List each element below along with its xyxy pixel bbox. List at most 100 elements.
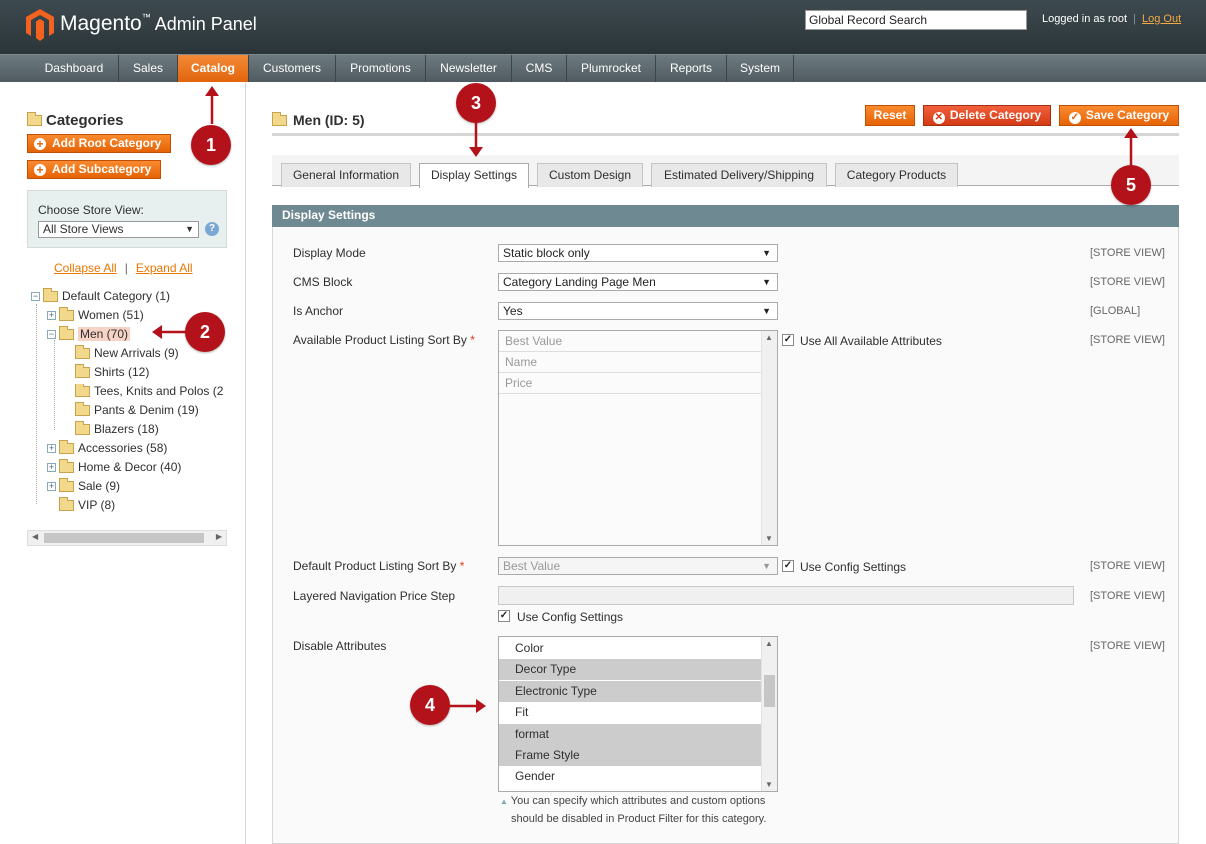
tree-node-tees[interactable]: Tees, Knits and Polos (2 xyxy=(75,384,227,398)
expand-all-link[interactable]: Expand All xyxy=(136,261,193,275)
expand-toggle-icon[interactable]: + xyxy=(47,463,56,473)
folder-icon xyxy=(75,421,90,436)
list-item[interactable]: Gender xyxy=(499,766,761,788)
arrow-up-icon[interactable]: ▲ xyxy=(765,639,773,648)
collapse-toggle-icon[interactable]: − xyxy=(47,330,56,340)
nav-item-plumrocket[interactable]: Plumrocket xyxy=(567,55,656,82)
list-item[interactable]: Decor Type xyxy=(499,659,761,681)
arrow-right-icon[interactable]: ▶ xyxy=(216,532,222,541)
global-search-input[interactable] xyxy=(805,10,1027,30)
scroll-thumb[interactable] xyxy=(764,675,775,707)
folder-icon xyxy=(75,364,90,379)
nav-item-catalog[interactable]: Catalog xyxy=(178,55,249,82)
reset-button[interactable]: Reset xyxy=(865,105,915,126)
price-step-config-checkbox[interactable]: ✓ xyxy=(498,610,510,622)
nav-item-promotions[interactable]: Promotions xyxy=(336,55,426,82)
plus-icon: + xyxy=(34,164,46,176)
tab-general-information[interactable]: General Information xyxy=(281,163,411,187)
list-item[interactable]: format xyxy=(499,724,761,746)
vertical-scrollbar[interactable]: ▲ ▼ xyxy=(761,331,777,545)
tab-custom-design[interactable]: Custom Design xyxy=(537,163,643,187)
delete-category-button[interactable]: ✕ Delete Category xyxy=(923,105,1051,126)
tab-estimated-delivery[interactable]: Estimated Delivery/Shipping xyxy=(651,163,827,187)
price-step-input[interactable] xyxy=(498,586,1074,605)
logged-in-text: Logged in as root xyxy=(1042,13,1128,25)
header: Magento™Admin Panel Logged in as root | … xyxy=(0,0,1206,54)
header-separator: | xyxy=(1133,13,1136,25)
chevron-down-icon: ▼ xyxy=(185,224,194,234)
nav-item-dashboard[interactable]: Dashboard xyxy=(30,55,119,82)
expand-toggle-icon[interactable]: + xyxy=(47,482,56,492)
tree-node-shirts[interactable]: Shirts (12) xyxy=(75,364,149,379)
folder-icon xyxy=(59,326,74,341)
categories-title: Categories xyxy=(27,112,124,129)
available-sort-by-multiselect[interactable]: Best Value Name Price ▲ ▼ xyxy=(498,330,778,546)
tree-node-blazers[interactable]: Blazers (18) xyxy=(75,421,159,436)
store-view-select[interactable]: All Store Views ▼ xyxy=(38,221,199,238)
arrow-down-icon[interactable]: ▼ xyxy=(765,780,773,789)
display-mode-select[interactable]: Static block only ▼ xyxy=(498,244,778,262)
nav-item-cms[interactable]: CMS xyxy=(512,55,567,82)
tree-node-home-decor[interactable]: + Home & Decor (40) xyxy=(47,459,181,474)
nav-item-customers[interactable]: Customers xyxy=(249,55,336,82)
tree-node-new-arrivals[interactable]: New Arrivals (9) xyxy=(75,345,179,360)
list-item[interactable]: Best Value xyxy=(499,331,761,352)
annotation-marker-4: 4 xyxy=(410,685,450,725)
cms-block-select[interactable]: Category Landing Page Men ▼ xyxy=(498,273,778,291)
list-item[interactable]: Name xyxy=(499,352,761,373)
arrow-down-icon[interactable]: ▼ xyxy=(765,534,773,543)
collapse-toggle-icon[interactable]: − xyxy=(31,292,40,302)
tree-node-default-category[interactable]: − Default Category (1) xyxy=(31,288,170,303)
add-subcategory-button[interactable]: + Add Subcategory xyxy=(27,160,161,179)
expand-toggle-icon[interactable]: + xyxy=(47,311,56,321)
nav-item-system[interactable]: System xyxy=(727,55,794,82)
tab-display-settings[interactable]: Display Settings xyxy=(419,163,529,188)
tree-horizontal-scrollbar[interactable]: ◀ ▶ xyxy=(27,530,227,546)
expand-toggle-icon[interactable]: + xyxy=(47,444,56,454)
tree-node-pants[interactable]: Pants & Denim (19) xyxy=(75,402,199,417)
list-item[interactable]: Electronic Type xyxy=(499,681,761,703)
default-sort-by-label: Default Product Listing Sort By * xyxy=(293,559,465,573)
tree-node-women[interactable]: + Women (51) xyxy=(47,307,144,322)
default-sort-config-checkbox[interactable]: ✓ xyxy=(782,560,794,572)
scope-label: [STORE VIEW] xyxy=(1090,590,1165,602)
tree-node-men[interactable]: − Men (70) xyxy=(47,326,131,341)
scope-label: [STORE VIEW] xyxy=(1090,640,1165,652)
sidebar: Categories + Add Root Category + Add Subca… xyxy=(0,82,246,844)
default-sort-by-select[interactable]: Best Value ▼ xyxy=(498,557,778,575)
save-category-button[interactable]: ✓ Save Category xyxy=(1059,105,1179,126)
marker-arrow-up-icon xyxy=(1124,128,1138,166)
tree-line xyxy=(54,340,55,430)
is-anchor-label: Is Anchor xyxy=(293,304,344,318)
marker-arrow-left-icon xyxy=(152,325,186,339)
disable-attributes-multiselect[interactable]: Color Decor Type Electronic Type Fit for… xyxy=(498,636,778,792)
display-mode-label: Display Mode xyxy=(293,246,366,260)
scroll-thumb[interactable] xyxy=(44,533,204,543)
tree-line xyxy=(36,304,37,504)
add-root-category-button[interactable]: + Add Root Category xyxy=(27,134,171,153)
disable-attributes-note: ▲ You can specify which attributes and c… xyxy=(500,795,766,807)
list-item[interactable]: Frame Style xyxy=(499,745,761,767)
nav-item-newsletter[interactable]: Newsletter xyxy=(426,55,512,82)
collapse-all-link[interactable]: Collapse All xyxy=(54,261,117,275)
arrow-left-icon[interactable]: ◀ xyxy=(32,532,38,541)
delete-icon: ✕ xyxy=(932,112,945,124)
tree-node-vip[interactable]: VIP (8) xyxy=(59,497,115,512)
use-all-attributes-checkbox[interactable]: ✓ xyxy=(782,334,794,346)
list-item[interactable]: Color xyxy=(499,638,761,660)
scope-label: [STORE VIEW] xyxy=(1090,560,1165,572)
nav-item-reports[interactable]: Reports xyxy=(656,55,727,82)
logout-link[interactable]: Log Out xyxy=(1142,13,1181,25)
tab-category-products[interactable]: Category Products xyxy=(835,163,958,187)
vertical-scrollbar[interactable]: ▲ ▼ xyxy=(761,637,777,791)
tree-node-accessories[interactable]: + Accessories (58) xyxy=(47,440,167,455)
logo-text: Magento™ Admin Panel xyxy=(60,12,257,35)
nav-item-sales[interactable]: Sales xyxy=(119,55,178,82)
list-item[interactable]: Price xyxy=(499,373,761,394)
help-icon[interactable]: ? xyxy=(205,222,219,236)
is-anchor-select[interactable]: Yes ▼ xyxy=(498,302,778,320)
arrow-up-icon[interactable]: ▲ xyxy=(765,333,773,342)
tree-node-sale[interactable]: + Sale (9) xyxy=(47,478,120,493)
list-item[interactable]: Fit xyxy=(499,702,761,724)
scope-label: [STORE VIEW] xyxy=(1090,247,1165,259)
